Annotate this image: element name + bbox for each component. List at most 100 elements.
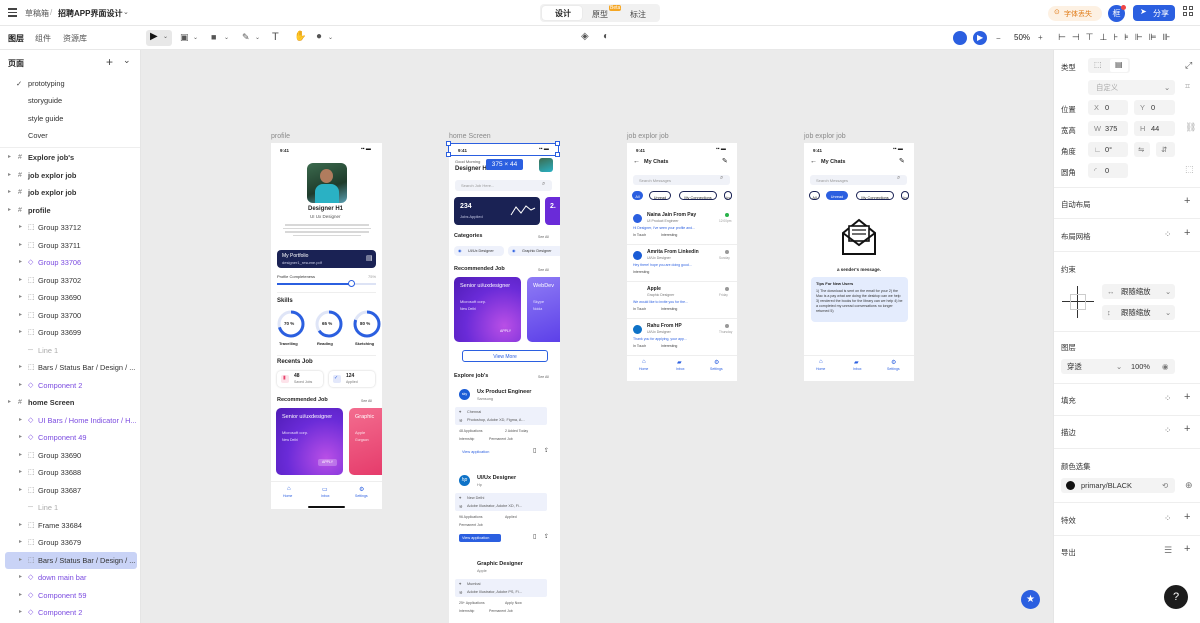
view-more-button[interactable]: View More <box>462 350 548 362</box>
hand-tool-icon[interactable]: ✋ <box>294 31 306 42</box>
layer-item[interactable]: ▸ # Explore job's <box>0 149 140 166</box>
resize-handle[interactable] <box>446 152 451 157</box>
view-application-button[interactable]: View application <box>459 448 501 456</box>
chevron-right-icon[interactable]: ▸ <box>8 394 11 411</box>
filter-chip[interactable]: In <box>724 191 732 200</box>
chevron-down-icon[interactable]: ⌄ <box>255 34 260 41</box>
message-tip-card[interactable]: Tips For New Users 1) The download is se… <box>811 277 908 322</box>
inbox-icon[interactable]: ▰ <box>677 359 682 366</box>
chevron-right-icon[interactable]: ▸ <box>19 587 22 604</box>
grid-icon[interactable] <box>1183 6 1195 18</box>
frame-label[interactable]: home Screen <box>449 133 491 140</box>
height-input[interactable]: H 44 <box>1134 121 1175 136</box>
see-all-link[interactable]: See All <box>538 268 549 272</box>
completeness-slider[interactable] <box>347 280 355 287</box>
category-chip[interactable]: ◉ UI/Ux Designer <box>454 246 504 256</box>
y-input[interactable]: Y 0 <box>1134 100 1175 115</box>
home-screen-frame[interactable]: 9:41 ▪▪ ▬ Good Morning Designer H1 Searc… <box>449 143 560 623</box>
search-input[interactable]: Search Job Here... ⌕ <box>455 180 552 191</box>
filter-chip[interactable]: In <box>901 191 909 200</box>
bookmark-icon[interactable]: ▯ <box>533 533 536 540</box>
filter-chip[interactable]: My Connections <box>856 191 894 200</box>
chevron-down-icon[interactable]: ⌄ <box>328 34 333 41</box>
home-icon[interactable]: ⌂ <box>819 359 823 365</box>
arrow-left-icon[interactable]: ← <box>633 158 640 165</box>
layer-item[interactable]: ▸ ◇ UI Bars / Home Indicator / H... <box>0 412 140 429</box>
tab-layers[interactable]: 图层 <box>8 33 24 44</box>
chevron-right-icon[interactable]: ▸ <box>19 412 22 429</box>
layer-item[interactable]: ▸ ◇ Component 49 <box>0 429 140 446</box>
expand-icon[interactable]: ⤢ <box>1185 60 1192 71</box>
tab-annotate[interactable]: 标注 <box>630 9 646 20</box>
select-tool[interactable]: ▶ ⌄ <box>146 30 172 46</box>
design-canvas[interactable]: profile home Screen job explor job job e… <box>141 50 1053 623</box>
flip-horizontal-button[interactable]: ⇋ <box>1134 142 1150 157</box>
add-fill-icon[interactable]: + <box>1184 391 1190 403</box>
chevron-right-icon[interactable]: ▸ <box>19 534 22 551</box>
chevron-right-icon[interactable]: ▸ <box>8 184 11 201</box>
play-button[interactable]: ▶ <box>973 31 987 45</box>
style-icon[interactable]: ⁘ <box>1164 393 1172 404</box>
search-input[interactable]: Search Messages ⌕ <box>633 175 730 185</box>
tab-prototype[interactable]: 原型 <box>592 9 608 20</box>
pen-tool-icon[interactable]: ✎ <box>242 32 250 43</box>
recommended-job-card[interactable]: Graphic Apple Gurgaon <box>349 408 382 475</box>
layer-item[interactable]: ▸ ⬚ Group 33699 <box>0 324 140 341</box>
page-item[interactable]: Cover <box>0 127 140 144</box>
resize-handle[interactable] <box>446 141 451 146</box>
vertical-constraint-select[interactable]: ↕ 跟随缩放 ⌄ <box>1102 305 1175 320</box>
avatar[interactable] <box>539 158 553 172</box>
chevron-right-icon[interactable]: ▸ <box>19 219 22 236</box>
filter-chip[interactable]: Unread <box>826 191 848 200</box>
add-auto-layout-icon[interactable]: + <box>1184 195 1190 207</box>
width-input[interactable]: W 375 <box>1088 121 1128 136</box>
text-tool-icon[interactable]: T <box>272 31 279 43</box>
zoom-level[interactable]: 50% <box>1014 33 1030 42</box>
profile-frame[interactable]: 9:41 ▪▪ ▬ Designer H1 UI Ux Designer My … <box>271 143 382 509</box>
breadcrumb-root[interactable]: 草稿箱 <box>25 8 49 19</box>
grid-view-icon[interactable] <box>953 31 967 45</box>
contrast-icon[interactable]: ◐ <box>603 31 609 42</box>
job-card[interactable]: hp UI/Ux Designer Hp ⌖ New Delhi ⚒ Adobe Illus… <box>453 473 556 555</box>
arrow-left-icon[interactable]: ← <box>810 158 817 165</box>
home-icon[interactable]: ⌂ <box>642 359 646 365</box>
layer-item[interactable]: ▸ ◇ Group 33706 <box>0 254 140 271</box>
layer-item[interactable]: ▸ ⬚ Group 33687 <box>0 482 140 499</box>
add-export-icon[interactable]: + <box>1184 543 1190 555</box>
comment-tool-icon[interactable]: ● <box>316 31 322 42</box>
frame-label[interactable]: job explor job <box>627 133 669 140</box>
chevron-right-icon[interactable]: ▸ <box>8 202 11 219</box>
layer-item[interactable]: ▸ # job explor job <box>0 184 140 201</box>
radius-input[interactable]: ◜ 0 <box>1088 163 1128 178</box>
settings-icon[interactable]: ⚙ <box>359 486 364 493</box>
chevron-right-icon[interactable]: ▸ <box>8 167 11 184</box>
chevron-right-icon[interactable]: ▸ <box>19 604 22 621</box>
chevron-right-icon[interactable]: ▸ <box>19 324 22 341</box>
swap-icon[interactable]: ⟲ <box>1162 478 1168 493</box>
chevron-right-icon[interactable]: ▸ <box>19 237 22 254</box>
saved-jobs-card[interactable]: ▮ 48 Saved Jobs <box>277 371 323 387</box>
apply-button[interactable]: APPLY <box>322 460 333 464</box>
layer-item[interactable]: ▸ ⬚ Group 33700 <box>0 307 140 324</box>
add-effect-icon[interactable]: + <box>1184 511 1190 523</box>
layer-item[interactable]: ▸ ⬚ Bars / Status Bar / Design / ... <box>0 359 140 376</box>
chat-item[interactable]: Amrita From Linkedin UI/Ux Designer Hey th… <box>627 246 737 282</box>
export-settings-icon[interactable]: ☰ <box>1164 545 1172 556</box>
fit-icon[interactable]: ⌗ <box>1185 81 1190 92</box>
constraint-diagram[interactable] <box>1062 286 1094 318</box>
chevron-right-icon[interactable]: ▸ <box>8 149 11 166</box>
share-icon[interactable]: ⇪ <box>544 447 549 454</box>
chevron-right-icon[interactable]: ▸ <box>19 569 22 586</box>
see-all-link[interactable]: See All <box>538 235 549 239</box>
portfolio-card[interactable]: My Portfolio designer1_resume.pdf ▤ <box>277 250 376 268</box>
style-icon[interactable]: ⁘ <box>1164 425 1172 436</box>
chevron-right-icon[interactable]: ▸ <box>19 464 22 481</box>
hamburger-icon[interactable] <box>8 8 17 17</box>
stats-card[interactable]: 234 Jobs Applied <box>454 197 540 225</box>
applied-card[interactable]: ✓ 124 Applied <box>329 371 375 387</box>
layer-item[interactable]: ▸ ⬚ Group 33702 <box>0 272 140 289</box>
compose-icon[interactable]: ✎ <box>899 157 905 165</box>
see-all-link[interactable]: See All <box>538 375 549 379</box>
chevron-right-icon[interactable]: ▸ <box>19 272 22 289</box>
share-icon[interactable]: ⇪ <box>544 533 549 540</box>
